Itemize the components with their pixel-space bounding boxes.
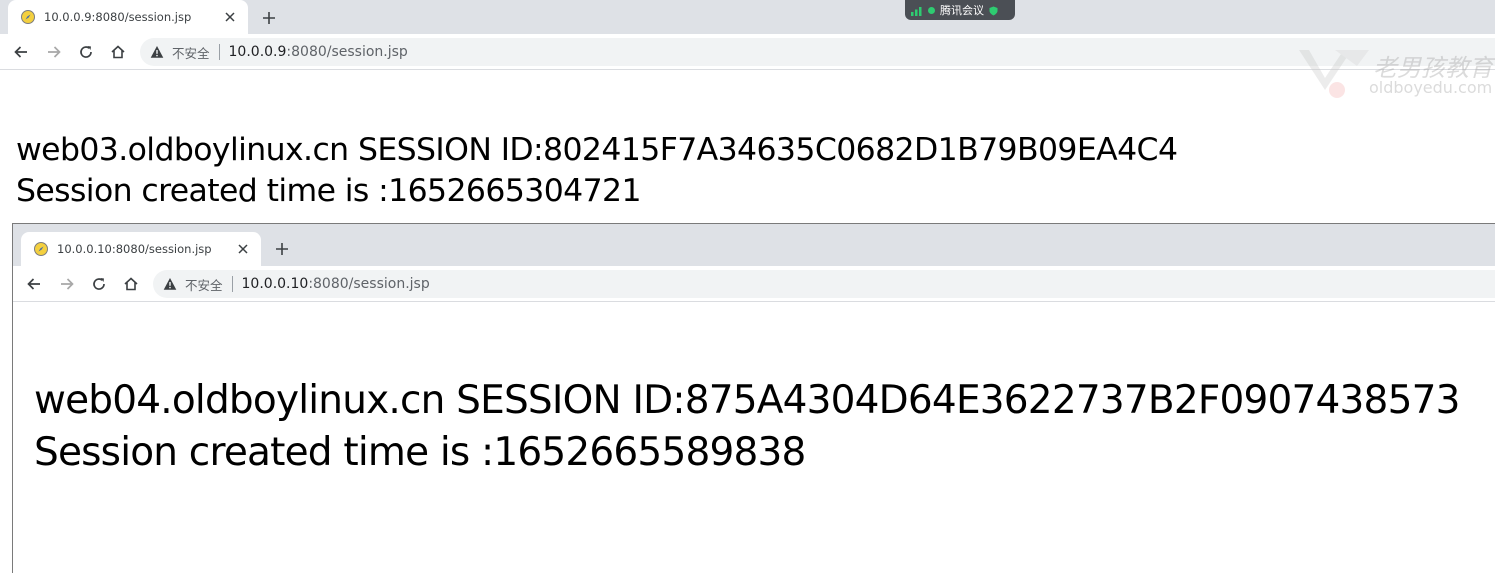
status-dot-icon <box>928 6 935 14</box>
close-icon[interactable] <box>222 9 238 25</box>
session-id-line: web04.oldboylinux.cn SESSION ID:875A4304… <box>34 378 1460 423</box>
tab-session-jsp[interactable]: 10.0.0.9:8080/session.jsp <box>8 0 248 34</box>
url-host: 10.0.0.10 <box>241 276 309 292</box>
home-icon[interactable] <box>119 273 143 295</box>
meeting-label: 腾讯会议 <box>940 4 984 17</box>
watermark-text-en: oldboyedu.com <box>1369 78 1493 97</box>
url-text[interactable]: 10.0.0.9:8080/session.jsp <box>229 44 408 60</box>
forward-arrow-icon[interactable] <box>55 273 79 295</box>
meeting-badge[interactable]: 腾讯会议 <box>905 0 1015 20</box>
home-icon[interactable] <box>106 41 130 63</box>
shield-icon <box>989 1 998 20</box>
navigation-toolbar: 不安全 10.0.0.9:8080/session.jsp <box>0 34 1495 70</box>
page-content: web03.oldboylinux.cn SESSION ID:802415F7… <box>16 130 1495 212</box>
separator <box>231 276 233 292</box>
address-bar[interactable]: 不安全 10.0.0.9:8080/session.jsp <box>140 38 1495 66</box>
tab-session-jsp[interactable]: 10.0.0.10:8080/session.jsp <box>21 232 261 266</box>
separator <box>218 44 220 60</box>
browser-window-2: 10.0.0.10:8080/session.jsp 不安全 10.0.0.10… <box>12 223 1495 573</box>
url-path: :8080/session.jsp <box>308 276 430 292</box>
reload-icon[interactable] <box>74 41 98 63</box>
navigation-toolbar: 不安全 10.0.0.10:8080/session.jsp <box>13 266 1495 302</box>
forward-arrow-icon[interactable] <box>42 41 66 63</box>
url-path: :8080/session.jsp <box>286 44 408 60</box>
warning-triangle-icon[interactable] <box>163 277 177 291</box>
watermark-v-icon <box>1299 50 1369 98</box>
plus-icon[interactable] <box>258 7 280 29</box>
back-arrow-icon[interactable] <box>9 41 33 63</box>
url-text[interactable]: 10.0.0.10:8080/session.jsp <box>242 276 430 292</box>
url-host: 10.0.0.9 <box>228 44 287 60</box>
compass-icon <box>33 241 49 257</box>
address-bar[interactable]: 不安全 10.0.0.10:8080/session.jsp <box>153 270 1495 298</box>
signal-icon <box>911 1 923 20</box>
insecure-label[interactable]: 不安全 <box>185 275 223 294</box>
tab-strip: 10.0.0.9:8080/session.jsp <box>0 0 1495 34</box>
tab-title: 10.0.0.9:8080/session.jsp <box>44 10 192 24</box>
page-content: web04.oldboylinux.cn SESSION ID:875A4304… <box>34 375 1495 479</box>
warning-triangle-icon[interactable] <box>150 45 164 59</box>
reload-icon[interactable] <box>87 273 111 295</box>
tab-strip: 10.0.0.10:8080/session.jsp <box>13 224 1495 266</box>
session-time-line: Session created time is :1652665304721 <box>16 173 642 209</box>
compass-icon <box>20 9 36 25</box>
tab-title: 10.0.0.10:8080/session.jsp <box>57 242 212 256</box>
plus-icon[interactable] <box>271 238 293 260</box>
session-id-line: web03.oldboylinux.cn SESSION ID:802415F7… <box>16 132 1178 168</box>
session-time-line: Session created time is :1652665589838 <box>34 430 806 475</box>
close-icon[interactable] <box>235 241 251 257</box>
watermark-logo: 老男孩教育 oldboyedu.com <box>1295 44 1495 104</box>
back-arrow-icon[interactable] <box>22 273 46 295</box>
insecure-label[interactable]: 不安全 <box>172 43 210 62</box>
